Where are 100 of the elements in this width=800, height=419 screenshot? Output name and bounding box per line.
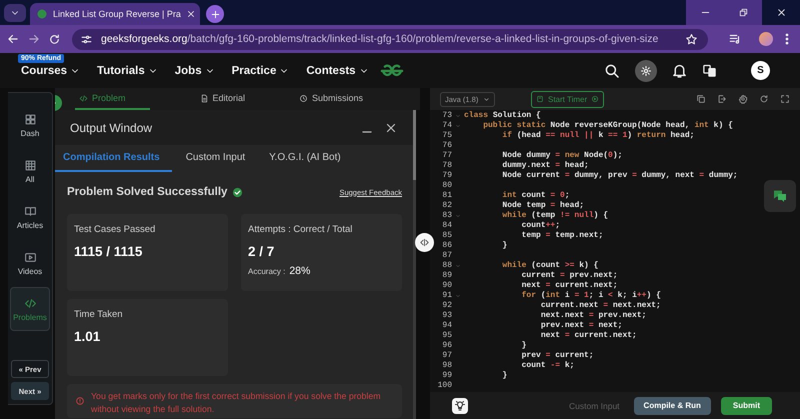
line-number: 86: [441, 241, 452, 251]
line-number: 78: [441, 161, 452, 171]
plus-icon: [210, 8, 220, 20]
output-tab[interactable]: Custom Input: [178, 145, 256, 172]
start-timer-button[interactable]: Start Timer: [531, 90, 604, 108]
nav-menu-item[interactable]: Courses: [21, 64, 80, 76]
settings-icon[interactable]: [738, 94, 748, 104]
star-icon[interactable]: [685, 32, 698, 46]
code-line: dummy.next = head;: [501, 161, 589, 171]
line-number: 77: [441, 151, 452, 161]
line-number: 82: [441, 201, 452, 211]
line-number: 81: [441, 191, 452, 201]
bell-icon[interactable]: [671, 62, 688, 79]
sidebar-item[interactable]: Videos: [10, 241, 50, 285]
problem-tab[interactable]: Editorial: [196, 88, 250, 110]
line-number: 90: [441, 281, 452, 291]
sidebar-item[interactable]: Articles: [10, 195, 50, 239]
nav-menu-item[interactable]: Tutorials: [97, 64, 158, 76]
resize-icon: [419, 237, 430, 248]
site-info-icon[interactable]: [80, 32, 93, 46]
chat-button[interactable]: [764, 180, 796, 212]
sidebar-item[interactable]: Dash: [10, 103, 50, 147]
sun-icon: [640, 64, 652, 76]
sidebar-item[interactable]: Problems: [10, 287, 50, 331]
code-line: Node current = dummy, prev = dummy, next = dummy;: [501, 171, 738, 181]
card-value: 2 / 7: [248, 244, 276, 259]
line-number: 73: [441, 111, 452, 121]
code-line: prev.next = next;: [540, 321, 622, 331]
code-line: Node dummy = new Node(0);: [501, 151, 622, 161]
line-number: 83: [441, 211, 452, 221]
clock-icon: [299, 94, 308, 102]
video-icon: [24, 250, 36, 264]
code-line: prev = current;: [520, 351, 594, 361]
output-tab[interactable]: Y.O.G.I. (AI Bot): [261, 145, 351, 172]
close-icon: [776, 7, 786, 18]
line-number: 76: [441, 141, 452, 151]
import-icon[interactable]: [717, 94, 727, 104]
problem-tab[interactable]: Submissions: [295, 88, 368, 110]
translate-icon[interactable]: [702, 63, 717, 78]
reload-icon[interactable]: [48, 32, 61, 46]
card-value: 1.01: [74, 329, 102, 344]
line-number: 85: [441, 231, 452, 241]
line-number: 99: [441, 371, 452, 381]
timer-icon: [536, 95, 544, 103]
compile-run-button[interactable]: Compile & Run: [634, 396, 711, 414]
forward-icon[interactable]: [27, 32, 41, 46]
search-icon[interactable]: [603, 62, 621, 80]
line-number: 84: [441, 221, 452, 231]
line-number: 94: [441, 321, 452, 331]
line-number: 88: [441, 261, 452, 271]
close-icon[interactable]: [186, 9, 196, 19]
line-number: 91: [441, 291, 452, 301]
play-icon: [591, 95, 600, 103]
reset-icon[interactable]: [759, 94, 769, 104]
code-line: int count = 0;: [501, 191, 570, 201]
alert-icon: [75, 396, 85, 406]
code-line: }: [501, 371, 508, 381]
back-icon[interactable]: [6, 32, 20, 46]
sidebar-item[interactable]: All: [10, 149, 50, 193]
output-tab[interactable]: Compilation Results: [55, 145, 172, 172]
nav-menu-item[interactable]: Contests: [306, 64, 369, 76]
fullscreen-icon[interactable]: [780, 94, 790, 104]
copy-icon[interactable]: [696, 94, 706, 104]
line-number: 95: [441, 331, 452, 341]
profile-avatar[interactable]: [759, 32, 773, 46]
notice-text: You get marks only for the first correct submission if you solve the problem without viewing the full solution.: [91, 390, 382, 416]
restore-button[interactable]: [724, 0, 762, 25]
new-tab-button[interactable]: [206, 5, 224, 23]
line-number: 87: [441, 251, 452, 261]
hint-button[interactable]: [452, 398, 468, 414]
user-avatar[interactable]: S: [751, 61, 770, 80]
code-icon: [79, 94, 88, 102]
accuracy-value: 28%: [289, 265, 310, 277]
code-icon: [24, 296, 36, 310]
code-line: while (temp != null) {: [501, 211, 608, 221]
line-number: 93: [441, 311, 452, 321]
code-line: count -= k;: [520, 361, 574, 371]
browser-tab[interactable]: Linked List Group Reverse | Pra: [30, 3, 200, 25]
card-label: Attempts : Correct / Total: [248, 224, 354, 235]
code-line: while (count >= k) {: [501, 261, 598, 271]
lightbulb-icon: [454, 400, 466, 412]
nav-menu-item[interactable]: Jobs: [174, 64, 215, 76]
line-number: 97: [441, 351, 452, 361]
card-value: 1115 / 1115: [74, 244, 144, 259]
media-icon[interactable]: [728, 32, 742, 46]
restore-icon: [738, 7, 748, 18]
status-text: Problem Solved Successfully: [67, 186, 228, 198]
theme-toggle[interactable]: [635, 60, 657, 82]
window-title: Output Window: [70, 120, 154, 134]
code-line: current.next = next.next;: [540, 301, 661, 311]
line-number: 89: [441, 271, 452, 281]
nav-menu-item[interactable]: Practice: [232, 64, 290, 76]
line-number: 98: [441, 361, 452, 371]
code-line: for (int i = 1; i < k; i++) {: [520, 291, 661, 301]
submit-button[interactable]: Submit: [720, 396, 772, 414]
address-bar[interactable]: geeksforgeeks.org/batch/gfg-160-problems/track/linked-list-gfg-160/problem/reverse-a-linked-list-in-groups-of-given-size: [72, 28, 708, 50]
dashboard-icon: [24, 112, 36, 126]
line-number: 79: [441, 171, 452, 181]
url-text: geeksforgeeks.org/batch/gfg-160-problems/track/linked-list-gfg-160/problem/reverse-a-linked-list-in-groups-of-given-size: [101, 33, 660, 45]
code-line: current = prev.next;: [520, 271, 618, 281]
